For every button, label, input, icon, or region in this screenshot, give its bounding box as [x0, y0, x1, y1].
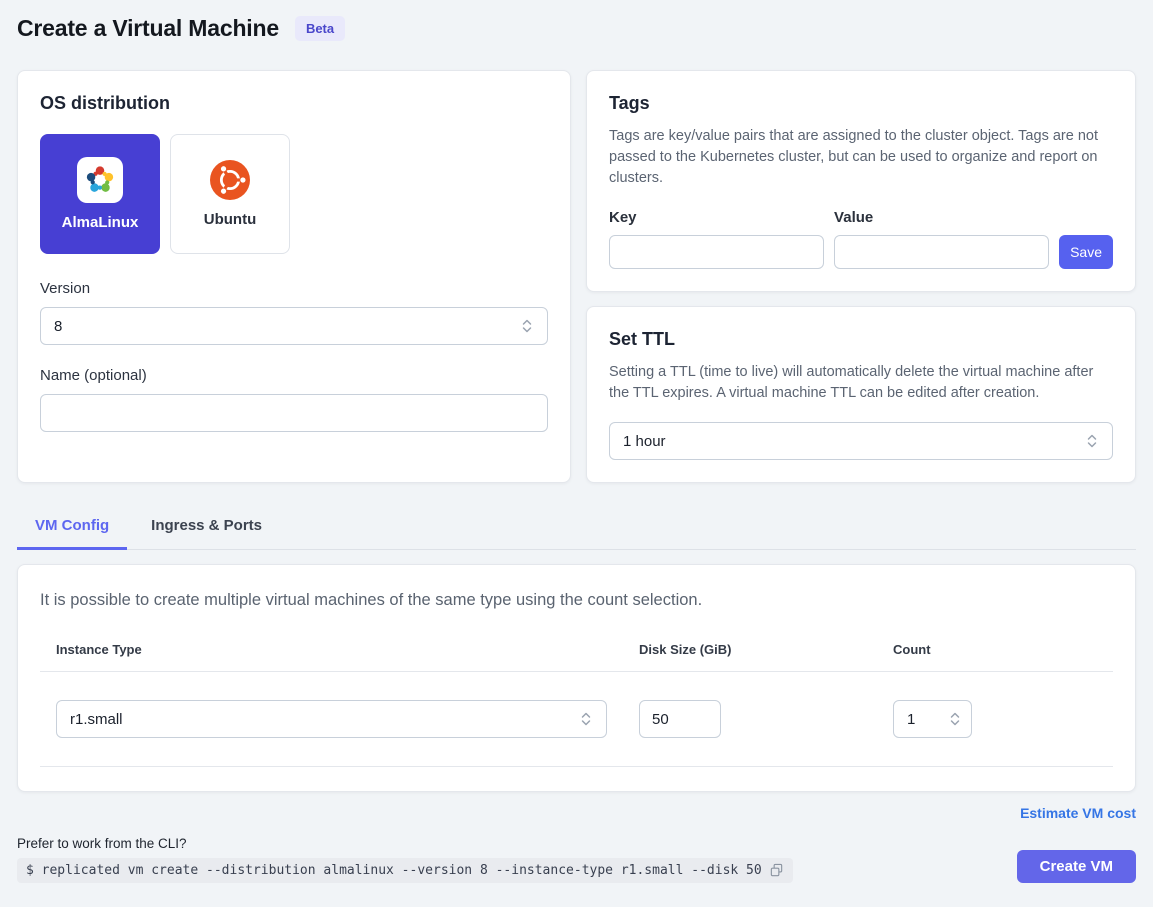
- top-grid: OS distribution AlmaLinux: [17, 70, 1136, 483]
- right-column: Tags Tags are key/value pairs that are a…: [586, 70, 1136, 483]
- count-value: 1: [907, 711, 915, 728]
- footer-bottom-row: Prefer to work from the CLI? $ replicate…: [17, 836, 1136, 883]
- chevron-updown-icon: [520, 318, 534, 334]
- tags-title: Tags: [609, 93, 1113, 114]
- os-distribution-card: OS distribution AlmaLinux: [17, 70, 571, 483]
- ttl-select-value: 1 hour: [623, 433, 666, 450]
- vm-config-intro: It is possible to create multiple virtua…: [40, 591, 1113, 610]
- set-ttl-card: Set TTL Setting a TTL (time to live) wil…: [586, 306, 1136, 483]
- create-vm-page: Create a Virtual Machine Beta OS distrib…: [0, 0, 1153, 907]
- vm-name-label: Name (optional): [40, 367, 548, 384]
- vm-name-input[interactable]: [40, 394, 548, 432]
- copy-icon[interactable]: [769, 863, 784, 878]
- os-tile-label: AlmaLinux: [62, 214, 139, 231]
- version-field-block: Version 8: [40, 280, 548, 345]
- cli-command-text: $ replicated vm create --distribution al…: [26, 863, 762, 878]
- count-stepper[interactable]: 1: [893, 700, 972, 738]
- ubuntu-logo-icon: [210, 160, 250, 200]
- chevron-updown-icon: [948, 711, 962, 727]
- instance-type-value: r1.small: [70, 711, 123, 728]
- cli-command-code: $ replicated vm create --distribution al…: [17, 858, 793, 883]
- version-select-value: 8: [54, 318, 62, 335]
- version-label: Version: [40, 280, 548, 297]
- disk-size-cell: [623, 700, 877, 738]
- tag-key-label: Key: [609, 209, 824, 226]
- column-header-instance-type: Instance Type: [40, 642, 623, 657]
- save-tag-button[interactable]: Save: [1059, 235, 1113, 269]
- instance-type-cell: r1.small: [40, 700, 623, 738]
- ttl-title: Set TTL: [609, 329, 1113, 350]
- vm-config-card: It is possible to create multiple virtua…: [17, 564, 1136, 792]
- estimate-row: Estimate VM cost: [17, 805, 1136, 823]
- os-tile-ubuntu[interactable]: Ubuntu: [170, 134, 290, 254]
- os-tile-label: Ubuntu: [204, 211, 256, 228]
- tag-value-label: Value: [834, 209, 1049, 226]
- table-row: r1.small 1: [40, 672, 1113, 767]
- page-title: Create a Virtual Machine: [17, 15, 279, 42]
- footer: Estimate VM cost Prefer to work from the…: [17, 805, 1136, 883]
- version-select[interactable]: 8: [40, 307, 548, 345]
- tags-card: Tags Tags are key/value pairs that are a…: [586, 70, 1136, 292]
- tag-key-input[interactable]: [609, 235, 824, 269]
- ttl-select[interactable]: 1 hour: [609, 422, 1113, 460]
- tags-form-row: Key Value Save: [609, 209, 1113, 269]
- tag-value-field-block: Value: [834, 209, 1049, 269]
- estimate-vm-cost-link[interactable]: Estimate VM cost: [1020, 805, 1136, 821]
- tag-value-input[interactable]: [834, 235, 1049, 269]
- os-tile-almalinux[interactable]: AlmaLinux: [40, 134, 160, 254]
- tag-key-field-block: Key: [609, 209, 824, 269]
- instance-type-select[interactable]: r1.small: [56, 700, 607, 738]
- os-tile-group: AlmaLinux: [40, 134, 548, 254]
- disk-size-input[interactable]: [639, 700, 721, 738]
- chevron-updown-icon: [1085, 433, 1099, 449]
- column-header-count: Count: [877, 642, 1113, 657]
- column-header-disk-size: Disk Size (GiB): [623, 642, 877, 657]
- tags-description: Tags are key/value pairs that are assign…: [609, 126, 1113, 189]
- count-cell: 1: [877, 700, 1113, 738]
- table-header-row: Instance Type Disk Size (GiB) Count: [40, 642, 1113, 672]
- name-field-block: Name (optional): [40, 367, 548, 432]
- tab-vm-config[interactable]: VM Config: [17, 505, 127, 550]
- beta-badge: Beta: [295, 16, 345, 41]
- chevron-updown-icon: [579, 711, 593, 727]
- tab-ingress-ports[interactable]: Ingress & Ports: [133, 505, 280, 550]
- ttl-description: Setting a TTL (time to live) will automa…: [609, 362, 1113, 404]
- cli-block: Prefer to work from the CLI? $ replicate…: [17, 836, 793, 883]
- page-header: Create a Virtual Machine Beta: [17, 15, 1136, 42]
- create-vm-button[interactable]: Create VM: [1017, 850, 1136, 883]
- cli-prompt-text: Prefer to work from the CLI?: [17, 836, 793, 851]
- tab-bar: VM Config Ingress & Ports: [17, 505, 1136, 550]
- os-distribution-title: OS distribution: [40, 93, 548, 114]
- almalinux-logo-icon: [77, 157, 123, 203]
